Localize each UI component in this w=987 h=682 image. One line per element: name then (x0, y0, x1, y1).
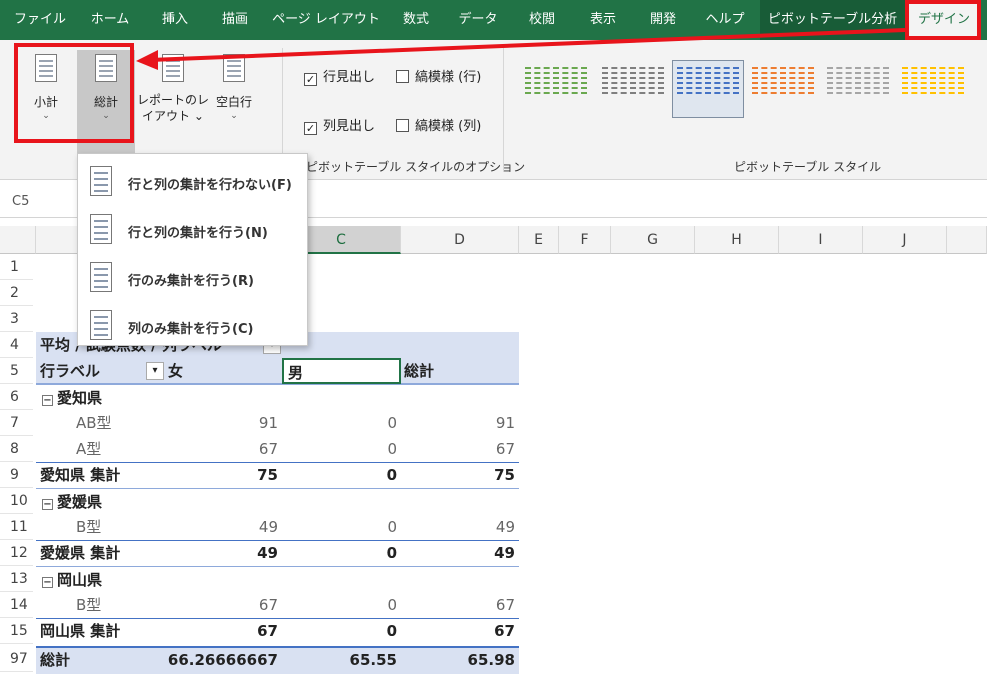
pivot-style-thumbnail[interactable] (822, 60, 894, 118)
pivot-style-thumbnail[interactable] (520, 60, 592, 118)
pivot-style-thumbnail[interactable] (597, 60, 669, 118)
pivot-style-thumbnail[interactable] (747, 60, 819, 118)
pivot-style-thumbnail[interactable] (897, 60, 969, 118)
pivot-style-thumbnail[interactable] (672, 60, 744, 118)
